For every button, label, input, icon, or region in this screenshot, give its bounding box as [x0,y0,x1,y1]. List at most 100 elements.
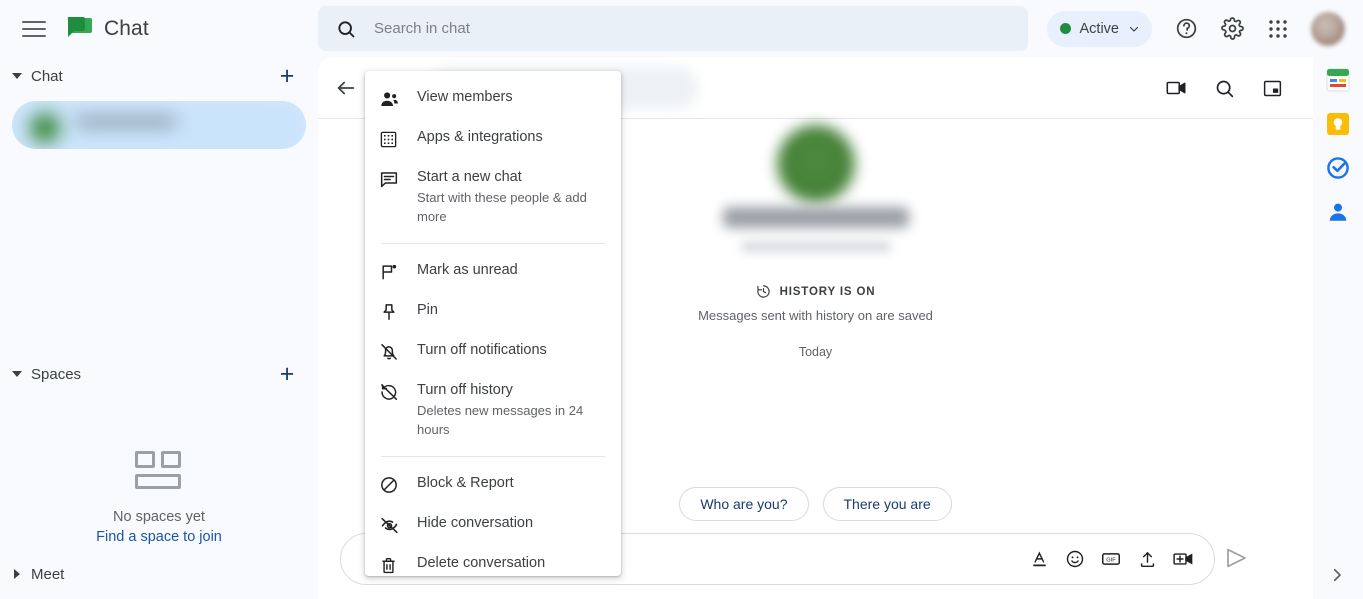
menu-item-apps-integrations[interactable]: Apps & integrations [365,119,621,159]
presence-status-button[interactable]: Active [1046,10,1152,47]
video-camera-icon[interactable] [1155,67,1197,109]
eye-off-icon [379,514,405,536]
history-status-label: HISTORY IS ON [779,285,876,298]
caret-down-icon [6,371,28,377]
chat-bubble-icon [379,168,405,190]
menu-item-block-and-report[interactable]: Block & Report [365,465,621,505]
trash-icon [379,554,405,576]
calendar-app-icon[interactable] [1325,67,1351,93]
menu-item-label: Start a new chat [417,169,522,185]
hamburger-menu-icon[interactable] [22,17,46,41]
google-chat-logo-icon [66,16,92,42]
search-in-conversation-icon[interactable] [1203,67,1245,109]
menu-separator [381,243,605,244]
caret-down-icon [6,73,28,79]
google-chat-app: Chat Active [0,0,1363,599]
contacts-app-icon[interactable] [1325,199,1351,225]
menu-item-mark-as-unread[interactable]: Mark as unread [365,252,621,292]
people-icon [379,88,405,110]
compose-tools: GIF [1026,546,1204,572]
menu-item-pin[interactable]: Pin [365,292,621,332]
history-clock-icon [756,284,771,299]
spaces-grid-icon [135,451,183,493]
menu-separator [381,456,605,457]
caret-right-icon [6,569,28,579]
history-status: HISTORY IS ON [756,284,876,299]
meet-section-title: Meet [31,565,65,583]
side-apps-rail [1313,57,1363,599]
history-off-icon [379,381,405,403]
upload-icon[interactable] [1134,546,1160,572]
menu-item-label: Block & Report [417,475,514,491]
apps-grid-square-icon [379,128,405,150]
app-title: Chat [104,16,149,40]
contact-avatar-redacted [776,125,855,203]
menu-item-label: Apps & integrations [417,129,543,145]
contact-subtitle-redacted [740,241,891,252]
apps-grid-icon [1268,19,1288,39]
avatar[interactable] [1311,11,1345,46]
menu-item-view-members[interactable]: View members [365,79,621,119]
list-item[interactable] [12,101,306,149]
conversation-header-actions [1155,57,1293,119]
chat-section-header[interactable]: Chat + [0,57,318,95]
bell-off-icon [379,341,405,363]
menu-item-description: Deletes new messages in 24 hours [417,403,584,437]
menu-item-turn-off-history[interactable]: Turn off history Deletes new messages in… [365,372,621,448]
menu-item-turn-off-notifications[interactable]: Turn off notifications [365,332,621,372]
back-arrow-icon[interactable] [326,68,366,108]
send-icon[interactable] [1221,543,1251,573]
search-icon [336,19,356,39]
chat-section-title: Chat [31,67,63,85]
svg-text:GIF: GIF [1106,557,1116,563]
gear-icon [1220,17,1244,40]
find-a-space-link[interactable]: Find a space to join [96,529,222,545]
help-button[interactable] [1165,8,1207,50]
spaces-empty-state: No spaces yet Find a space to join [0,451,318,545]
menu-item-label: Pin [417,302,438,318]
menu-item-label: Turn off notifications [417,342,547,358]
format-text-icon[interactable] [1026,546,1052,572]
menu-item-label: View members [417,89,513,105]
chevron-right-icon[interactable] [1325,563,1349,587]
menu-item-label: Hide conversation [417,515,534,531]
gif-icon[interactable]: GIF [1098,546,1124,572]
meet-section-header[interactable]: Meet [0,555,318,593]
flag-unread-icon [379,261,405,283]
keep-app-icon[interactable] [1325,111,1351,137]
presence-dot-icon [1059,23,1071,34]
menu-item-label: Mark as unread [417,262,518,278]
block-icon [379,474,405,496]
menu-item-hide-conversation[interactable]: Hide conversation [365,505,621,545]
menu-item-label: Turn off history [417,382,513,398]
redacted-conversation-content [12,101,306,149]
top-bar-actions: Active [1046,0,1352,57]
plus-icon[interactable]: + [274,63,300,89]
search-bar[interactable] [318,6,1028,51]
spaces-section-header[interactable]: Spaces + [0,355,318,393]
conversation-options-menu: View members Apps & integrations Start a… [365,71,621,576]
help-circle-icon [1175,17,1198,40]
open-in-window-icon[interactable] [1251,67,1293,109]
search-input[interactable] [372,19,972,38]
contact-name-redacted [722,207,909,228]
brand-home-link[interactable]: Chat [66,16,149,42]
add-video-meeting-icon[interactable] [1170,546,1196,572]
settings-button[interactable] [1211,8,1253,50]
top-app-bar: Chat Active [0,0,1363,57]
search-box[interactable] [318,6,1028,51]
menu-item-label: Delete conversation [417,555,546,571]
plus-icon[interactable]: + [274,361,300,387]
smart-reply-chip[interactable]: There you are [822,487,952,521]
no-spaces-label: No spaces yet [113,509,205,525]
menu-item-description: Start with these people & add more [417,190,587,224]
emoji-icon[interactable] [1062,546,1088,572]
tasks-app-icon[interactable] [1325,155,1351,181]
menu-item-delete-conversation[interactable]: Delete conversation [365,545,621,585]
pin-icon [379,301,405,323]
menu-item-start-a-new-chat[interactable]: Start a new chat Start with these people… [365,159,621,235]
date-divider: Today [798,345,833,359]
spaces-section-title: Spaces [31,365,82,383]
smart-reply-chip[interactable]: Who are you? [679,487,809,521]
google-apps-button[interactable] [1257,8,1299,50]
